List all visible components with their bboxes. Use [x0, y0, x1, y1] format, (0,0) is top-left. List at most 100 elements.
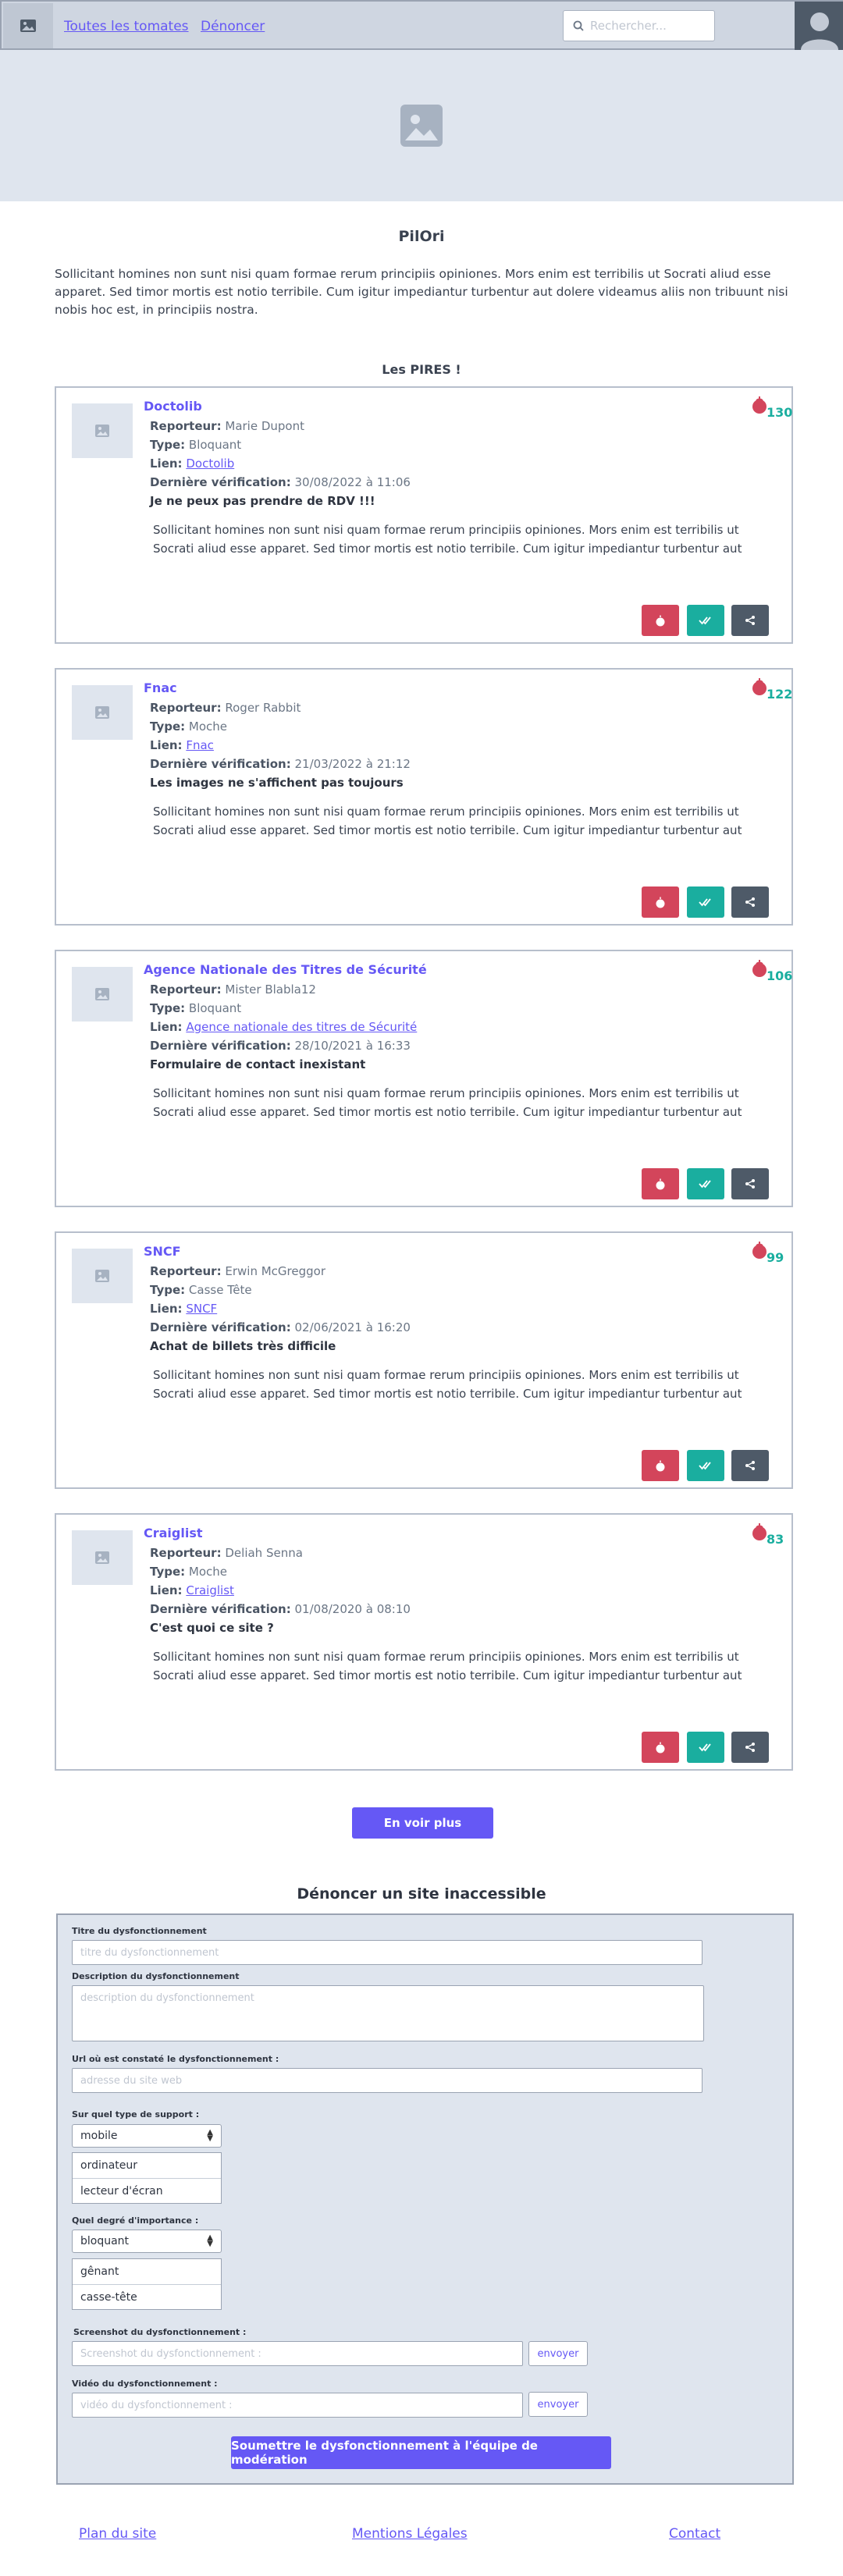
verified-field: Dernière vérification: 01/08/2020 à 08:1… [150, 1602, 411, 1616]
verified-label: Dernière vérification: [150, 475, 291, 489]
confirm-button[interactable] [687, 1732, 724, 1763]
site-name[interactable]: Fnac [144, 680, 177, 695]
reporter-label: Reporteur: [150, 982, 222, 997]
confirm-button[interactable] [687, 886, 724, 918]
verified-value: 01/08/2020 à 08:10 [294, 1602, 411, 1616]
video-send-button[interactable]: envoyer [528, 2392, 588, 2417]
tomato-button[interactable] [642, 1732, 679, 1763]
confirm-button[interactable] [687, 1168, 724, 1199]
double-check-icon [699, 616, 711, 625]
site-link[interactable]: Doctolib [186, 457, 234, 471]
tomato-count: 130 [767, 405, 793, 420]
url-input[interactable] [72, 2068, 702, 2093]
share-button[interactable] [731, 1450, 769, 1481]
reporter-field: Reporteur: Deliah Senna [150, 1546, 303, 1560]
tomato-button[interactable] [642, 1168, 679, 1199]
support-option[interactable]: lecteur d'écran [73, 2178, 221, 2203]
url-label: Url où est constaté le dysfonctionnement… [72, 2054, 279, 2064]
footer-sitemap-link[interactable]: Plan du site [79, 2526, 156, 2542]
nav-all-tomatoes[interactable]: Toutes les tomates [64, 19, 189, 34]
confirm-button[interactable] [687, 1450, 724, 1481]
title-input[interactable] [72, 1940, 702, 1965]
link-field: Lien: Fnac [150, 738, 214, 752]
site-name[interactable]: Doctolib [144, 399, 202, 414]
type-field: Type: Bloquant [150, 1001, 241, 1015]
screenshot-send-button[interactable]: envoyer [528, 2341, 588, 2366]
support-label: Sur quel type de support : [72, 2109, 200, 2119]
image-icon [20, 20, 36, 32]
verified-value: 21/03/2022 à 21:12 [294, 757, 411, 771]
tomato-button[interactable] [642, 886, 679, 918]
see-more-button[interactable]: En voir plus [352, 1807, 493, 1839]
share-button[interactable] [731, 605, 769, 636]
share-icon [745, 1743, 755, 1752]
verified-field: Dernière vérification: 30/08/2022 à 11:0… [150, 475, 411, 489]
verified-field: Dernière vérification: 21/03/2022 à 21:1… [150, 757, 411, 771]
video-input[interactable] [72, 2393, 523, 2418]
type-field: Type: Moche [150, 720, 227, 734]
reporter-value: Erwin McGreggor [225, 1264, 325, 1278]
site-name[interactable]: SNCF [144, 1244, 181, 1259]
share-button[interactable] [731, 1732, 769, 1763]
share-button[interactable] [731, 886, 769, 918]
site-link[interactable]: Craiglist [186, 1583, 234, 1597]
share-icon [745, 616, 755, 625]
reporter-field: Reporteur: Erwin McGreggor [150, 1264, 325, 1278]
link-field: Lien: Agence nationale des titres de Séc… [150, 1020, 417, 1034]
link-field: Lien: Craiglist [150, 1583, 234, 1597]
site-name[interactable]: Craiglist [144, 1526, 203, 1540]
avatar[interactable] [795, 2, 843, 50]
site-link[interactable]: Agence nationale des titres de Sécurité [186, 1020, 417, 1034]
footer-legal-link[interactable]: Mentions Légales [352, 2526, 468, 2542]
tomato-score: 99 [751, 1241, 790, 1265]
tomato-button[interactable] [642, 605, 679, 636]
share-button[interactable] [731, 1168, 769, 1199]
top-bar: Toutes les tomates Dénoncer [0, 0, 843, 50]
tomato-icon [752, 960, 767, 977]
tomato-icon [752, 396, 767, 414]
share-icon [745, 1179, 755, 1189]
confirm-button[interactable] [687, 605, 724, 636]
logo[interactable] [3, 3, 53, 48]
share-icon [745, 1461, 755, 1470]
submit-button[interactable]: Soumettre le dysfonctionnement à l'équip… [231, 2436, 611, 2469]
search-box[interactable] [563, 10, 715, 41]
tomato-icon [656, 1460, 665, 1471]
tomato-count: 99 [767, 1250, 784, 1265]
site-name[interactable]: Agence Nationale des Titres de Sécurité [144, 962, 427, 977]
importance-selected: bloquant [80, 2235, 130, 2247]
type-label: Type: [150, 438, 186, 452]
nav-denounce[interactable]: Dénoncer [201, 19, 265, 34]
site-link[interactable]: SNCF [186, 1302, 217, 1316]
support-select[interactable]: mobile ▲ ▼ [72, 2124, 222, 2148]
reporter-label: Reporteur: [150, 1264, 222, 1278]
support-option[interactable]: ordinateur [73, 2153, 221, 2178]
footer-contact-link[interactable]: Contact [669, 2526, 720, 2542]
site-link[interactable]: Fnac [186, 738, 214, 752]
image-icon [95, 1270, 109, 1282]
link-field: Lien: Doctolib [150, 457, 234, 471]
type-label: Type: [150, 1001, 186, 1015]
screenshot-input[interactable] [72, 2341, 523, 2366]
description-input[interactable] [72, 1985, 704, 2041]
tomato-icon [752, 1242, 767, 1259]
tomato-button[interactable] [642, 1450, 679, 1481]
site-thumbnail [72, 967, 133, 1022]
link-label: Lien: [150, 738, 183, 752]
type-value: Moche [188, 1565, 228, 1579]
select-arrows-icon: ▲ ▼ [207, 2128, 213, 2143]
image-icon [95, 1551, 109, 1564]
reporter-field: Reporteur: Mister Blabla12 [150, 982, 316, 997]
site-card: Fnac 122 Reporteur: Roger Rabbit Type: M… [55, 668, 793, 926]
importance-select[interactable]: bloquant ▲ ▼ [72, 2230, 222, 2253]
search-input[interactable] [590, 19, 707, 33]
importance-option[interactable]: gênant [73, 2259, 221, 2284]
reporter-value: Deliah Senna [225, 1546, 303, 1560]
tomato-count: 83 [767, 1532, 784, 1547]
issue-description: Sollicitant homines non sunt nisi quam f… [153, 1368, 742, 1401]
importance-option[interactable]: casse-tête [73, 2284, 221, 2309]
issue-headline: Les images ne s'affichent pas toujours [150, 776, 404, 790]
description-label: Description du dysfonctionnement [72, 1971, 240, 1981]
report-form: Titre du dysfonctionnement Description d… [56, 1913, 794, 2485]
link-label: Lien: [150, 457, 183, 471]
